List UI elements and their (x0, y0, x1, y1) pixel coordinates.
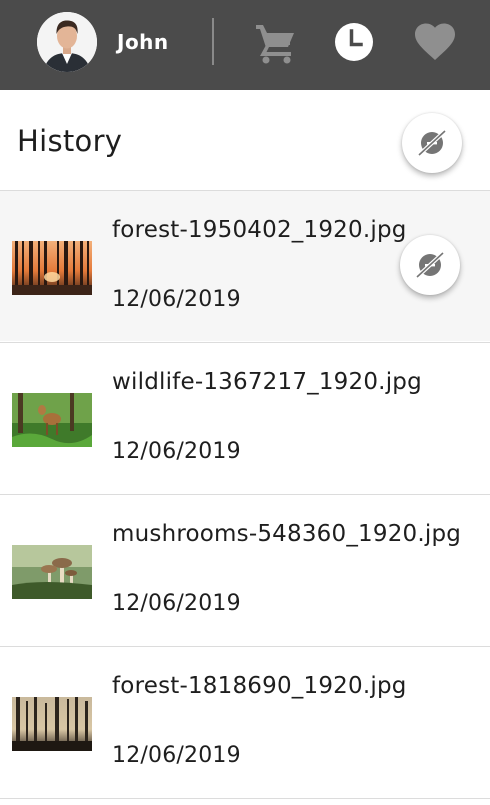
header-divider (212, 18, 214, 65)
file-date: 12/06/2019 (112, 743, 241, 768)
file-date: 12/06/2019 (112, 439, 241, 464)
history-header: History (0, 90, 490, 190)
file-date: 12/06/2019 (112, 287, 241, 312)
list-item[interactable]: mushrooms-548360_1920.jpg 12/06/2019 (0, 494, 490, 645)
list-item[interactable]: forest-1950402_1920.jpg 12/06/2019 (0, 190, 490, 341)
page-title: History (17, 124, 123, 158)
top-bar: John (0, 0, 490, 90)
file-date: 12/06/2019 (112, 591, 241, 616)
user-name[interactable]: John (117, 30, 169, 54)
hide-icon (415, 251, 445, 279)
thumbnail-misty-forest (12, 697, 92, 751)
thumbnail-mushrooms (12, 545, 92, 599)
thumbnail-forest-sunset (12, 241, 92, 295)
file-name: wildlife-1367217_1920.jpg (112, 369, 422, 395)
thumbnail-deer-forest (12, 393, 92, 447)
avatar[interactable] (37, 12, 97, 72)
heart-icon[interactable] (414, 22, 456, 62)
hide-item-button[interactable] (400, 235, 460, 295)
file-name: forest-1818690_1920.jpg (112, 673, 407, 699)
avatar-photo (37, 12, 97, 72)
hide-icon (417, 129, 447, 157)
file-name: forest-1950402_1920.jpg (112, 217, 407, 243)
list-item[interactable]: forest-1818690_1920.jpg 12/06/2019 (0, 646, 490, 797)
list-item[interactable]: wildlife-1367217_1920.jpg 12/06/2019 (0, 342, 490, 493)
clock-icon[interactable] (334, 22, 374, 62)
file-name: mushrooms-548360_1920.jpg (112, 521, 462, 547)
list-divider (0, 798, 490, 799)
cart-icon[interactable] (254, 20, 298, 64)
hide-button[interactable] (402, 113, 462, 173)
